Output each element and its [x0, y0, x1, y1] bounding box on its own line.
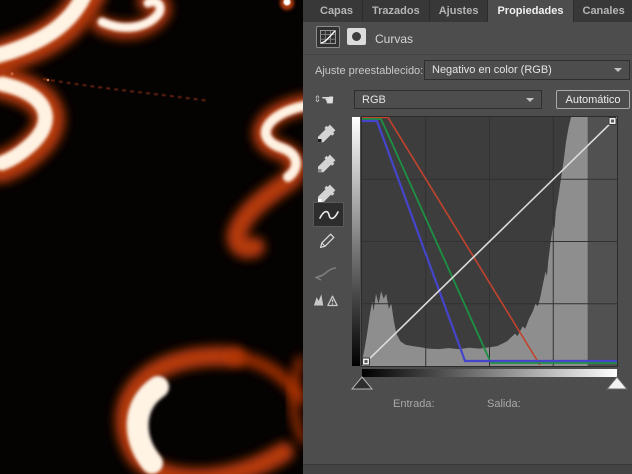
curves-graph[interactable] — [361, 116, 618, 367]
curves-grid-glyph — [320, 30, 336, 44]
preset-label: Ajuste preestablecido: — [315, 65, 423, 77]
tab-trazados[interactable]: Trazados — [363, 0, 430, 22]
tab-canales[interactable]: Canales — [574, 0, 632, 22]
input-label: Entrada: — [393, 398, 435, 410]
shadow-input-slider[interactable] — [351, 376, 373, 390]
preset-select[interactable]: Negativo en color (RGB) — [424, 60, 630, 80]
output-gradient-bar — [352, 117, 360, 366]
panel-title: Curvas — [375, 32, 413, 46]
pencil-tool-icon[interactable] — [314, 230, 340, 252]
layer-mask-icon[interactable] — [347, 28, 366, 45]
input-gradient-bar — [362, 369, 617, 377]
preset-value: Negativo en color (RGB) — [432, 64, 552, 76]
targeted-adjustment-icon[interactable]: ⇕☚ — [311, 89, 337, 111]
gray-point-eyedropper-icon[interactable] — [314, 152, 340, 174]
channel-select[interactable]: RGB — [354, 90, 542, 109]
curve-wave-icon — [318, 207, 340, 223]
channel-value: RGB — [362, 94, 386, 106]
mask-dot — [352, 32, 361, 41]
panel-footer — [303, 464, 632, 474]
clipping-display-icon[interactable] — [313, 288, 339, 310]
chevron-down-icon — [526, 98, 534, 102]
curves-adjustment-icon[interactable] — [316, 26, 340, 48]
photoshop-window: Capas Trazados Ajustes Propiedades Canal… — [0, 0, 632, 474]
tab-propiedades[interactable]: Propiedades — [488, 0, 573, 22]
highlight-input-slider[interactable] — [606, 376, 628, 390]
chevron-down-icon — [614, 68, 622, 72]
tab-capas[interactable]: Capas — [311, 0, 363, 22]
tab-ajustes[interactable]: Ajustes — [430, 0, 489, 22]
output-label: Salida: — [487, 398, 521, 410]
smooth-curve-tool-icon[interactable] — [313, 262, 339, 284]
auto-button[interactable]: Automático — [556, 90, 630, 109]
document-canvas[interactable] — [0, 0, 303, 474]
edit-curve-points-tool[interactable] — [313, 202, 344, 227]
black-point-eyedropper-icon[interactable] — [314, 122, 340, 144]
white-point-eyedropper-icon[interactable] — [314, 182, 340, 204]
divider — [303, 54, 632, 55]
panel-tab-bar: Capas Trazados Ajustes Propiedades Canal… — [303, 0, 632, 22]
